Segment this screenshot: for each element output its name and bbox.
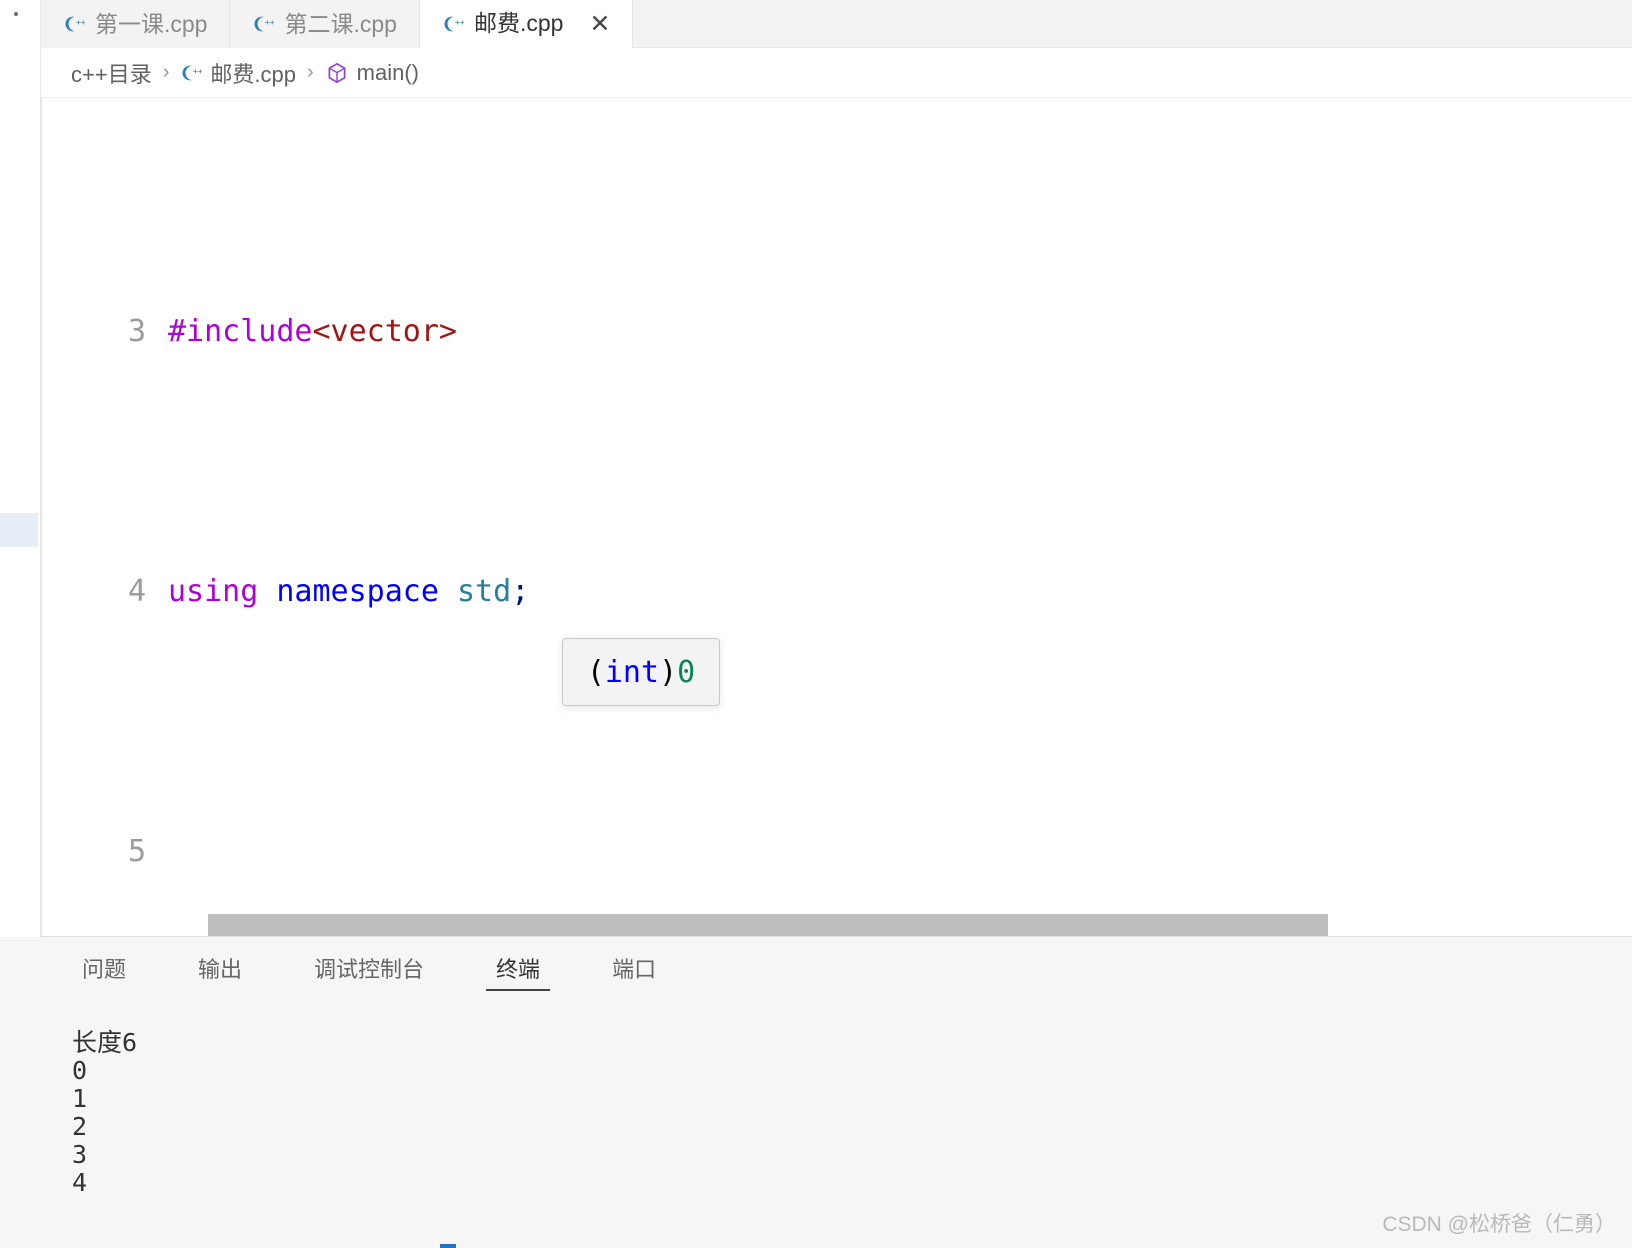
panel-tab-ports[interactable]: 端口 (602, 939, 666, 997)
panel-tab-label: 问题 (82, 957, 127, 982)
editor-tab-second[interactable]: ++ 第二课.cpp (230, 0, 420, 48)
terminal-line: 长度6 (72, 1028, 138, 1057)
line-number: 5 (127, 834, 146, 869)
line-content: #include<vector> (168, 306, 1632, 358)
svg-text:++: ++ (265, 17, 274, 27)
code-line[interactable]: 3 #include<vector> (42, 306, 1632, 358)
editor-tab-label: 邮费.cpp (473, 10, 564, 36)
panel-tab-label: 调试控制台 (314, 957, 425, 982)
token-namespace: std (457, 574, 512, 609)
cpp-file-icon: ++ (63, 13, 85, 35)
terminal-line: 2 (72, 1112, 88, 1141)
terminal-line: 3 (72, 1140, 88, 1169)
svg-text:++: ++ (76, 17, 85, 27)
terminal-cursor (440, 1244, 456, 1248)
breadcrumb: c++目录 › ++ 邮费.cpp › main() (41, 48, 1632, 98)
editor-tab-label: 第一课.cpp (95, 10, 208, 37)
code-line[interactable]: 5 (42, 826, 1632, 878)
activity-bar-selection[interactable] (0, 513, 38, 547)
code-lines: 3 #include<vector> 4 using namespace std… (42, 98, 1632, 936)
line-number: 3 (127, 314, 146, 349)
editor-tab-bar: ++ 第一课.cpp ++ 第二课.cpp ++ 邮费.cpp ✕ (41, 0, 1632, 48)
editor-tab-label: 第二课.cpp (284, 10, 397, 37)
svg-text:++: ++ (193, 65, 202, 75)
cpp-file-icon: ++ (180, 62, 202, 84)
bottom-panel: 问题 输出 调试控制台 终端 端口 长度6 0 1 2 3 4 CSDN @松桥… (0, 936, 1632, 1248)
hover-tooltip: (int) 0 (562, 638, 720, 706)
cpp-file-icon: ++ (442, 13, 464, 35)
editor-horizontal-scrollbar[interactable] (42, 914, 1632, 936)
terminal-line: 1 (72, 1084, 88, 1113)
activity-bar-dot-icon (14, 12, 18, 16)
terminal-line: 4 (72, 1168, 88, 1197)
editor-tab-first[interactable]: ++ 第一课.cpp (41, 0, 231, 48)
line-number: 4 (127, 574, 146, 609)
panel-tab-debug-console[interactable]: 调试控制台 (304, 939, 434, 997)
panel-tab-label: 输出 (198, 957, 243, 982)
breadcrumb-label: 邮费.cpp (210, 61, 296, 87)
token-preprocessor: #include (168, 314, 313, 349)
svg-text:++: ++ (455, 16, 464, 26)
chevron-right-icon: › (306, 61, 314, 83)
vscode-window: ++ 第一课.cpp ++ 第二课.cpp ++ 邮费.cpp ✕ c++目录 … (0, 0, 1632, 1248)
watermark: CSDN @松桥爸（仁勇） (1382, 1213, 1616, 1236)
tooltip-value: 0 (677, 654, 696, 690)
panel-tab-bar: 问题 输出 调试控制台 终端 端口 (0, 937, 1632, 999)
breadcrumb-item-symbol[interactable]: main() (325, 60, 419, 86)
line-content: using namespace std; (168, 566, 1632, 618)
terminal-line: 0 (72, 1056, 88, 1085)
panel-tab-terminal[interactable]: 终端 (486, 939, 551, 997)
chevron-right-icon: › (162, 61, 170, 83)
token-punct: ; (511, 574, 530, 609)
close-icon[interactable]: ✕ (589, 11, 610, 36)
activity-bar (0, 0, 41, 937)
breadcrumb-item-file[interactable]: ++ 邮费.cpp (180, 57, 296, 89)
tooltip-cast-type: int (604, 654, 660, 690)
token-header: <vector> (312, 314, 458, 349)
tooltip-cast-open: ( (586, 654, 605, 690)
editor-tab-active[interactable]: ++ 邮费.cpp ✕ (419, 0, 634, 48)
code-line[interactable]: 4 using namespace std; (42, 566, 1632, 618)
panel-tab-label: 端口 (612, 957, 657, 982)
code-editor[interactable]: 3 #include<vector> 4 using namespace std… (41, 98, 1632, 936)
panel-tab-label: 终端 (496, 957, 541, 982)
token-keyword: using (168, 574, 259, 609)
breadcrumb-label: c++目录 (71, 61, 152, 87)
panel-tab-output[interactable]: 输出 (188, 939, 252, 997)
symbol-method-icon (325, 61, 349, 85)
panel-tab-problems[interactable]: 问题 (72, 939, 136, 997)
token-keyword: namespace (276, 574, 439, 609)
breadcrumb-item-folder[interactable]: c++目录 (71, 57, 152, 89)
tooltip-cast-close: ) (659, 654, 678, 690)
scrollbar-thumb[interactable] (208, 914, 1328, 936)
cpp-file-icon: ++ (252, 13, 274, 35)
breadcrumb-label: main() (356, 59, 419, 85)
